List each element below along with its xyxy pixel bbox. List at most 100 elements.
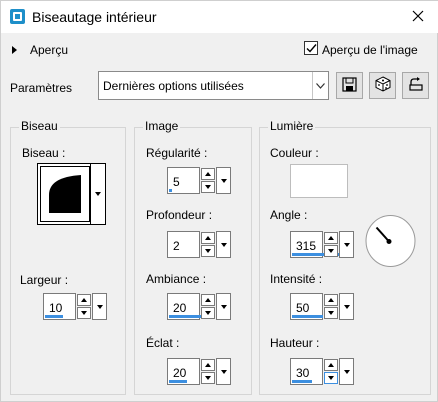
regularity-value: 5 xyxy=(173,175,180,189)
intensity-increment-button[interactable] xyxy=(324,294,338,306)
chevron-down-icon xyxy=(220,304,227,309)
bevel-shape-preview[interactable] xyxy=(37,163,93,225)
ambience-slider-dropdown[interactable] xyxy=(216,293,231,320)
width-slider-dropdown[interactable] xyxy=(92,293,107,320)
arrow-up-icon xyxy=(328,298,334,302)
chevron-down-icon xyxy=(343,304,350,309)
arrow-up-icon xyxy=(328,363,334,367)
ambience-decrement-button[interactable] xyxy=(201,307,215,319)
random-dice-icon xyxy=(375,76,391,95)
bevel-shape-icon xyxy=(49,175,81,213)
angle-spinner[interactable]: 315 xyxy=(290,231,354,258)
preset-value: Dernières options utilisées xyxy=(103,79,244,93)
height-spinner[interactable]: 30 xyxy=(290,358,354,385)
arrow-down-icon xyxy=(81,311,87,315)
shine-slider-fill xyxy=(169,380,187,383)
arrow-up-icon xyxy=(205,363,211,367)
arrow-down-icon xyxy=(205,185,211,189)
intensity-slider-fill xyxy=(292,315,323,318)
width-input[interactable]: 10 xyxy=(43,293,76,320)
height-decrement-button[interactable] xyxy=(324,372,338,384)
image-preview-checkbox[interactable] xyxy=(304,41,318,55)
regularity-label: Régularité : xyxy=(146,146,208,160)
shine-label: Éclat : xyxy=(146,336,180,350)
preset-select[interactable]: Dernières options utilisées xyxy=(98,71,329,100)
width-label: Largeur : xyxy=(20,273,69,287)
light-color-swatch[interactable] xyxy=(290,164,348,198)
height-value: 30 xyxy=(296,366,310,380)
height-input[interactable]: 30 xyxy=(290,358,323,385)
depth-spinner[interactable]: 2 xyxy=(167,231,231,258)
chevron-down-icon[interactable] xyxy=(312,72,328,99)
params-label: Paramètres xyxy=(10,81,73,95)
bevel-app-icon xyxy=(10,9,25,24)
ambience-spinner[interactable]: 20 xyxy=(167,293,231,320)
arrow-up-icon xyxy=(205,236,211,240)
arrow-down-icon xyxy=(328,376,334,380)
chevron-down-icon xyxy=(220,178,227,183)
chevron-down-icon xyxy=(343,242,350,247)
regularity-increment-button[interactable] xyxy=(201,168,215,180)
bevel-shape-label: Biseau : xyxy=(22,146,66,160)
width-spinner[interactable]: 10 xyxy=(43,293,107,320)
regularity-spinner[interactable]: 5 xyxy=(167,167,231,194)
shine-increment-button[interactable] xyxy=(201,359,215,371)
arrow-down-icon xyxy=(328,311,334,315)
height-slider-dropdown[interactable] xyxy=(339,358,354,385)
arrow-up-icon xyxy=(81,298,87,302)
intensity-input[interactable]: 50 xyxy=(290,293,323,320)
save-preset-button[interactable] xyxy=(336,72,363,99)
shine-input[interactable]: 20 xyxy=(167,358,200,385)
depth-slider-dropdown[interactable] xyxy=(216,231,231,258)
arrow-up-icon xyxy=(328,236,334,240)
intensity-slider-dropdown[interactable] xyxy=(339,293,354,320)
shine-decrement-button[interactable] xyxy=(201,372,215,384)
width-value: 10 xyxy=(49,301,63,315)
ambience-increment-button[interactable] xyxy=(201,294,215,306)
regularity-slider-dropdown[interactable] xyxy=(216,167,231,194)
expand-preview-icon[interactable] xyxy=(12,46,17,54)
arrow-down-icon xyxy=(205,311,211,315)
angle-increment-button[interactable] xyxy=(324,232,338,244)
reset-button[interactable] xyxy=(402,72,429,99)
random-button[interactable] xyxy=(369,72,396,99)
arrow-down-icon xyxy=(328,249,334,253)
width-decrement-button[interactable] xyxy=(77,307,91,319)
depth-increment-button[interactable] xyxy=(201,232,215,244)
bevel-group-title: Biseau xyxy=(19,119,60,133)
angle-decrement-button[interactable] xyxy=(324,245,338,257)
shine-spinner[interactable]: 20 xyxy=(167,358,231,385)
preview-toggle-label[interactable]: Aperçu xyxy=(30,43,68,57)
angle-input[interactable]: 315 xyxy=(290,231,340,258)
arrow-down-icon xyxy=(205,376,211,380)
width-slider-fill xyxy=(45,315,63,318)
close-button[interactable] xyxy=(403,4,433,30)
regularity-decrement-button[interactable] xyxy=(201,181,215,193)
ambience-input[interactable]: 20 xyxy=(167,293,206,320)
angle-slider-dropdown[interactable] xyxy=(339,231,354,258)
depth-decrement-button[interactable] xyxy=(201,245,215,257)
angle-dial[interactable] xyxy=(365,214,416,268)
chevron-down-icon xyxy=(343,369,350,374)
chevron-down-icon xyxy=(95,192,101,196)
image-group-title: Image xyxy=(143,119,181,133)
image-preview-label[interactable]: Aperçu de l'image xyxy=(322,43,418,57)
bevel-dialog: Biseautage intérieur Aperçu Aperçu de l'… xyxy=(0,0,438,402)
height-increment-button[interactable] xyxy=(324,359,338,371)
bevel-shape-dropdown[interactable] xyxy=(90,163,106,225)
intensity-decrement-button[interactable] xyxy=(324,307,338,319)
intensity-value: 50 xyxy=(296,301,310,315)
color-label: Couleur : xyxy=(270,146,319,160)
depth-value: 2 xyxy=(173,239,180,253)
shine-slider-dropdown[interactable] xyxy=(216,358,231,385)
regularity-input[interactable]: 5 xyxy=(167,167,200,194)
ambience-value: 20 xyxy=(173,301,187,315)
title-bar: Biseautage intérieur xyxy=(1,1,438,33)
arrow-up-icon xyxy=(205,172,211,176)
height-label: Hauteur : xyxy=(270,336,320,350)
width-increment-button[interactable] xyxy=(77,294,91,306)
arrow-up-icon xyxy=(205,298,211,302)
depth-input[interactable]: 2 xyxy=(167,231,200,258)
intensity-label: Intensité : xyxy=(270,272,323,286)
intensity-spinner[interactable]: 50 xyxy=(290,293,354,320)
